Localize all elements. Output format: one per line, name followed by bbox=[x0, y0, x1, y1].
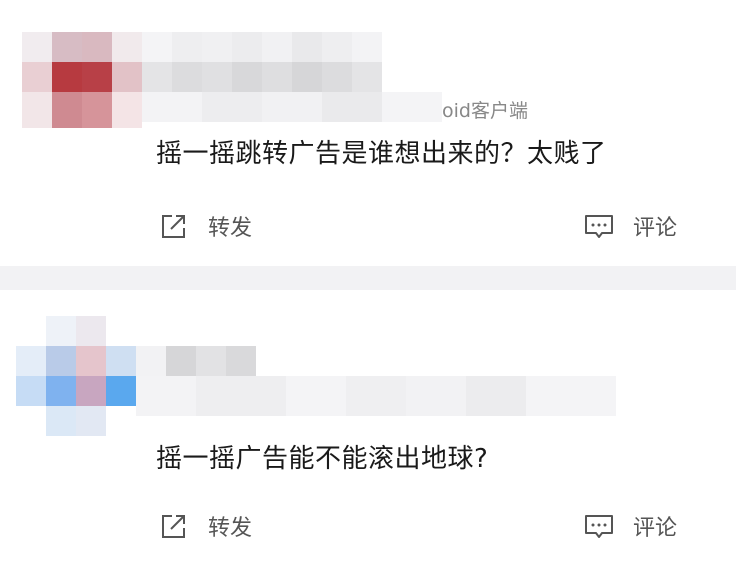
repost-label: 转发 bbox=[208, 216, 253, 241]
comment-button[interactable]: 评论 bbox=[583, 510, 677, 542]
comment-icon bbox=[585, 515, 613, 538]
comment-button[interactable]: 评论 bbox=[583, 210, 677, 242]
username-redacted[interactable] bbox=[142, 32, 382, 92]
share-icon bbox=[162, 215, 185, 238]
post-card: 摇一摇广告能不能滚出地球? 转发 评论 bbox=[0, 290, 736, 564]
repost-button[interactable]: 转发 bbox=[158, 510, 252, 542]
repost-label: 转发 bbox=[208, 516, 253, 541]
username-redacted[interactable] bbox=[136, 346, 256, 376]
meta-redacted bbox=[136, 376, 616, 416]
comment-text: 摇一摇跳转广告是谁想出来的？太贱了 bbox=[156, 139, 607, 169]
card-separator bbox=[0, 266, 736, 290]
avatar[interactable] bbox=[16, 316, 136, 436]
comment-label: 评论 bbox=[633, 516, 678, 541]
source-text: oid客户端 bbox=[442, 100, 528, 122]
comment-icon bbox=[585, 215, 613, 238]
meta-redacted bbox=[142, 92, 442, 122]
share-icon bbox=[162, 515, 185, 538]
avatar[interactable] bbox=[22, 32, 142, 128]
comment-label: 评论 bbox=[633, 216, 678, 241]
repost-button[interactable]: 转发 bbox=[158, 210, 252, 242]
comment-text: 摇一摇广告能不能滚出地球? bbox=[156, 444, 489, 474]
post-card: oid客户端 摇一摇跳转广告是谁想出来的？太贱了 转发 评论 bbox=[0, 0, 736, 266]
